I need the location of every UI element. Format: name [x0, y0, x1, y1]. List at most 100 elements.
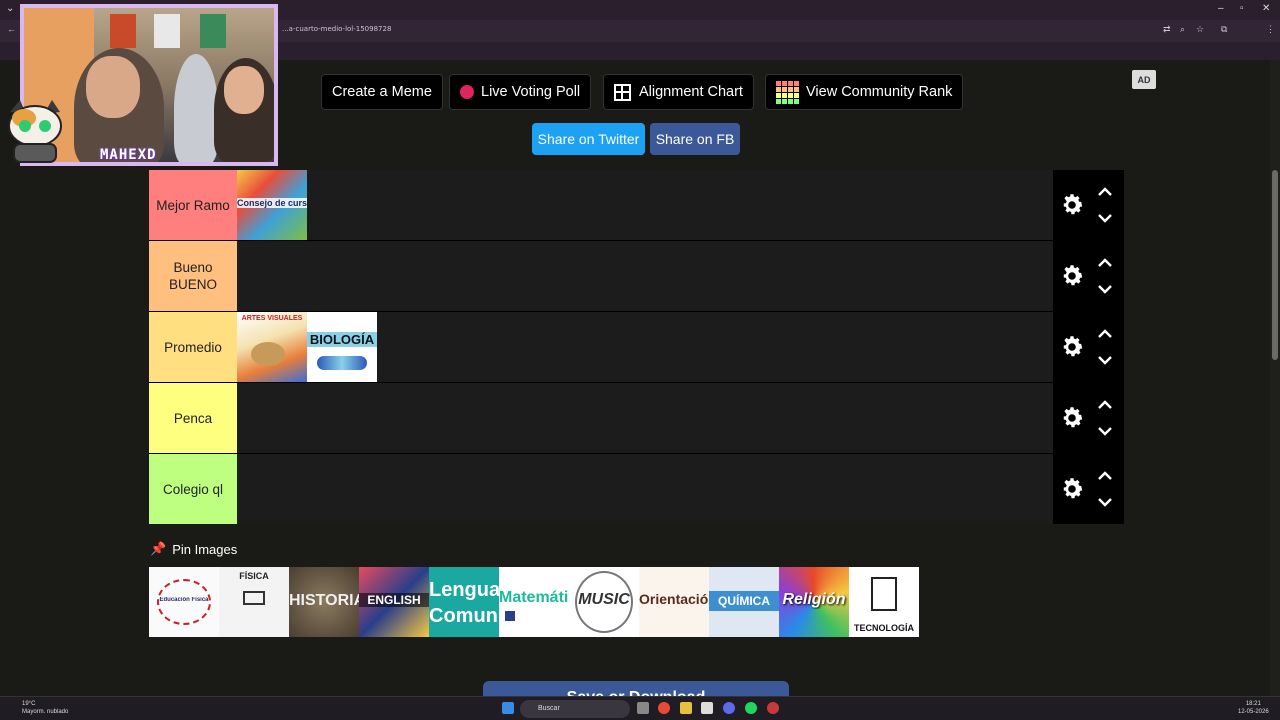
pool-image[interactable]: MUSIC: [569, 567, 639, 637]
pool-image-label: Orientación: [639, 591, 709, 607]
file-explorer-icon[interactable]: [680, 702, 692, 714]
image-pool: Educación Física FÍSICA HISTORIA ENGLISH…: [149, 567, 919, 637]
pool-image-label: FÍSICA: [239, 571, 269, 581]
chevron-down-icon[interactable]: [1098, 496, 1112, 508]
tier-controls: [1053, 383, 1124, 453]
community-rank-button[interactable]: View Community Rank: [765, 74, 964, 110]
pool-image-label: ENGLISH: [359, 593, 429, 607]
tier-row: Bueno BUENO: [149, 241, 1124, 311]
weather-widget[interactable]: 19°C Mayorm. nublado: [22, 700, 68, 716]
decoration-shape: [505, 611, 515, 621]
pool-image-label: Matemática: [499, 589, 569, 606]
pool-image[interactable]: TECNOLOGÍA: [849, 567, 919, 637]
tier-controls: [1053, 170, 1124, 240]
zoom-icon[interactable]: ⌕: [1180, 24, 1185, 35]
browser-menu-icon[interactable]: ⋮: [1266, 24, 1275, 35]
ad-badge[interactable]: AD: [1132, 70, 1156, 89]
back-icon[interactable]: ←: [7, 24, 16, 34]
gear-icon[interactable]: [1059, 476, 1085, 502]
alignment-chart-label: Alignment Chart: [639, 84, 743, 100]
chevron-up-icon[interactable]: [1098, 257, 1112, 269]
windows-start-icon[interactable]: [502, 702, 514, 714]
tier-drop-zone[interactable]: [237, 454, 1053, 524]
tier-drop-zone[interactable]: Consejo de curso: [237, 170, 1053, 240]
live-voting-button[interactable]: Live Voting Poll: [449, 74, 592, 110]
bookmark-star-icon[interactable]: ☆: [1196, 24, 1204, 35]
chevron-up-icon[interactable]: [1098, 186, 1112, 198]
share-twitter-button[interactable]: Share on Twitter: [532, 123, 645, 155]
dna-shape: [317, 356, 367, 370]
chevron-up-icon[interactable]: [1098, 470, 1112, 482]
pool-image[interactable]: Lenguaje Comunicación: [429, 567, 499, 637]
tier-drop-zone[interactable]: [237, 241, 1053, 311]
save-download-button[interactable]: Save or Download: [483, 681, 789, 696]
pool-image[interactable]: ENGLISH: [359, 567, 429, 637]
tier-table: Mejor Ramo Consejo de curso Bueno BUENO: [149, 170, 1124, 524]
tier-label[interactable]: Colegio ql: [149, 454, 237, 524]
pool-image[interactable]: HISTORIA: [289, 567, 359, 637]
tier-item-image[interactable]: BIOLOGÍA: [307, 312, 377, 382]
maximize-button[interactable]: ▫: [1240, 3, 1244, 14]
chevron-up-icon[interactable]: [1098, 328, 1112, 340]
tier-row: Penca: [149, 383, 1124, 453]
tier-label[interactable]: Penca: [149, 383, 237, 453]
decoration-shape: [157, 579, 211, 625]
pool-image[interactable]: Religión: [779, 567, 849, 637]
close-window-button[interactable]: ✕: [1262, 3, 1270, 14]
gear-icon[interactable]: [1059, 334, 1085, 360]
chevron-down-icon[interactable]: [1098, 283, 1112, 295]
pool-image-label: QUÍMICA: [709, 591, 779, 611]
chevron-down-icon[interactable]: [1098, 354, 1112, 366]
taskbar-search[interactable]: Buscar: [520, 700, 630, 718]
tier-item-label: ARTES VISUALES: [241, 315, 303, 322]
extensions-icon[interactable]: ⧉: [1221, 24, 1227, 35]
chevron-down-icon[interactable]: [1098, 212, 1112, 224]
weather-desc: Mayorm. nublado: [22, 709, 69, 715]
tier-label[interactable]: Bueno BUENO: [149, 241, 237, 311]
scrollbar-thumb[interactable]: [1272, 170, 1278, 360]
chevron-down-icon[interactable]: [1098, 425, 1112, 437]
pool-image[interactable]: Matemática: [499, 567, 569, 637]
gear-icon[interactable]: [1059, 263, 1085, 289]
pool-image[interactable]: QUÍMICA: [709, 567, 779, 637]
create-meme-button[interactable]: Create a Meme: [321, 74, 443, 110]
system-clock[interactable]: 18:21 12-05-2026: [1238, 700, 1269, 716]
tier-item-image[interactable]: ARTES VISUALES: [237, 312, 307, 382]
pool-image[interactable]: Orientación: [639, 567, 709, 637]
tier-row: Colegio ql: [149, 454, 1124, 524]
spotify-icon[interactable]: [745, 702, 757, 714]
tier-controls: [1053, 454, 1124, 524]
wall-poster: [110, 14, 136, 48]
alignment-chart-button[interactable]: Alignment Chart: [603, 74, 754, 110]
tier-drop-zone[interactable]: [237, 383, 1053, 453]
chevron-up-icon[interactable]: [1098, 399, 1112, 411]
community-rank-label: View Community Rank: [806, 84, 953, 100]
pool-image-label: TECNOLOGÍA: [854, 623, 914, 633]
tier-label[interactable]: Mejor Ramo: [149, 170, 237, 240]
gear-icon[interactable]: [1059, 405, 1085, 431]
windows-taskbar: 19°C Mayorm. nublado Buscar 18:21 12-05-…: [0, 696, 1280, 720]
page-scrollbar[interactable]: [1270, 60, 1280, 696]
minimize-button[interactable]: –: [1218, 3, 1224, 14]
pool-image-label: Lenguaje Comunicación: [429, 579, 499, 627]
decoration-shape: [243, 591, 265, 605]
grid-icon: [614, 83, 631, 101]
gear-icon[interactable]: [1059, 192, 1085, 218]
notepad-icon[interactable]: [701, 702, 713, 714]
discord-icon[interactable]: [723, 702, 735, 714]
tier-item-image[interactable]: Consejo de curso: [237, 170, 307, 240]
task-view-icon[interactable]: [637, 702, 649, 714]
streamer-face: [86, 56, 140, 118]
tier-row: Promedio ARTES VISUALES BIOLOGÍA: [149, 312, 1124, 382]
share-facebook-button[interactable]: Share on FB: [650, 123, 740, 155]
obs-icon[interactable]: [767, 702, 779, 714]
tier-label[interactable]: Promedio: [149, 312, 237, 382]
translate-icon[interactable]: ⇄: [1163, 24, 1171, 35]
url-text[interactable]: ...a-cuarto-medio-lol-15098728: [282, 25, 391, 33]
pin-images-toggle[interactable]: 📌 Pin Images: [150, 541, 237, 557]
pool-image[interactable]: FÍSICA: [219, 567, 289, 637]
tier-drop-zone[interactable]: ARTES VISUALES BIOLOGÍA: [237, 312, 1053, 382]
tab-menu-icon[interactable]: ⌄: [6, 3, 14, 14]
pool-image[interactable]: Educación Física: [149, 567, 219, 637]
chrome-icon[interactable]: [658, 702, 670, 714]
